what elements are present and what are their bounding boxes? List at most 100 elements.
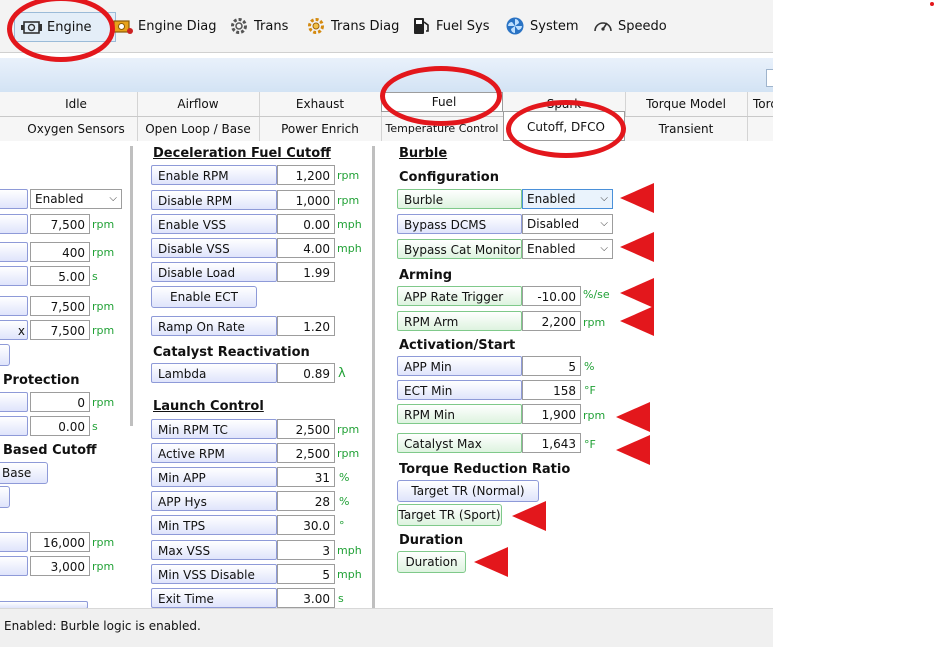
gear-diag-icon <box>305 15 327 37</box>
annotation-ring-fuel <box>380 66 502 126</box>
app-rate-trigger-label: APP Rate Trigger <box>397 286 522 306</box>
protection-value-1[interactable]: 0 <box>30 392 90 412</box>
toolbar-speedo-button[interactable]: Speedo <box>592 12 667 40</box>
annotation-ring-cutoff <box>506 100 626 158</box>
dfco-disable-vss-unit: mph <box>337 242 362 255</box>
launch-min-rpm-tc-input[interactable]: 2,500 <box>277 419 335 439</box>
left-unit-3: s <box>92 270 98 283</box>
toolbar-trans-diag-button[interactable]: Trans Diag <box>305 12 399 40</box>
bypass-cat-monitor-value: Enabled <box>527 242 576 256</box>
bypass-cat-monitor-select[interactable]: Enabled ⌵ <box>522 239 613 259</box>
left-value-5[interactable]: 7,500 <box>30 320 90 340</box>
app-min-label: APP Min <box>397 356 522 376</box>
left-row-label <box>0 532 28 552</box>
left-row-label: x <box>0 320 28 340</box>
tab-oxygen-sensors[interactable]: Oxygen Sensors <box>15 117 138 141</box>
protection-value-2[interactable]: 0.00 <box>30 416 90 436</box>
launch-min-vss-disable-input[interactable]: 5 <box>277 564 335 584</box>
rpm-arm-input[interactable]: 2,200 <box>522 311 581 331</box>
duration-button[interactable]: Duration <box>397 551 466 573</box>
column-scroll-divider <box>372 146 375 608</box>
dfco-enable-vss-input[interactable]: 0.00 <box>277 214 335 234</box>
annotation-arrow <box>620 232 654 262</box>
dfco-disable-rpm-input[interactable]: 1,000 <box>277 190 335 210</box>
launch-max-vss-input[interactable]: 3 <box>277 540 335 560</box>
tab-torque-overflow[interactable]: Torq <box>747 92 773 116</box>
based-cutoff-heading: Based Cutoff <box>3 443 97 458</box>
left-row-label <box>0 296 28 316</box>
left-row-label <box>0 556 28 576</box>
left-value-4[interactable]: 7,500 <box>30 296 90 316</box>
burble-enable-select[interactable]: Enabled ⌵ <box>522 189 613 209</box>
app-rate-trigger-input[interactable]: -10.00 <box>522 286 581 306</box>
annotation-arrow <box>474 547 508 577</box>
app-rate-trigger-unit: %/se <box>583 288 610 301</box>
chevron-down-icon: ⌵ <box>600 193 608 204</box>
protection-heading: Protection <box>3 373 80 388</box>
launch-exit-time-input[interactable]: 3.00 <box>277 588 335 608</box>
left-action-button[interactable] <box>0 344 10 366</box>
tab-power-enrich[interactable]: Power Enrich <box>259 117 382 141</box>
launch-min-app-label: Min APP <box>151 467 277 487</box>
toolbar-engine-diag-button[interactable]: Engine Diag <box>112 12 217 40</box>
tab-transient[interactable]: Transient <box>625 117 748 141</box>
bypass-dcms-select[interactable]: Disabled ⌵ <box>522 214 613 234</box>
launch-min-tps-input[interactable]: 30.0 <box>277 515 335 535</box>
ramp-on-rate-label: Ramp On Rate <box>151 316 277 336</box>
status-bar: Enabled: Burble logic is enabled. <box>0 608 773 647</box>
left-action-button[interactable] <box>0 486 10 508</box>
annotation-arrow <box>512 501 546 531</box>
lambda-unit: λ <box>338 366 346 381</box>
left-value-2[interactable]: 400 <box>30 242 90 262</box>
ramp-on-rate-input[interactable]: 1.20 <box>277 316 335 336</box>
launch-min-vss-disable-unit: mph <box>337 568 362 581</box>
toolbar-trans-diag-label: Trans Diag <box>331 18 400 34</box>
target-tr-sport-button[interactable]: Target TR (Sport) <box>397 504 502 526</box>
enable-ect-button[interactable]: Enable ECT <box>151 286 257 308</box>
tab-exhaust[interactable]: Exhaust <box>259 92 382 116</box>
ect-min-input[interactable]: 158 <box>522 380 581 400</box>
main-toolbar: Engine Engine Diag Trans Trans Diag Fuel… <box>0 0 773 53</box>
bypass-dcms-value: Disabled <box>527 217 580 231</box>
protection-unit-2: s <box>92 420 98 433</box>
dfco-enable-rpm-input[interactable]: 1,200 <box>277 165 335 185</box>
toolbar-trans-button[interactable]: Trans <box>228 12 288 40</box>
lambda-input[interactable]: 0.89 <box>277 363 335 383</box>
toolbar-speedo-label: Speedo <box>618 18 667 34</box>
dfco-disable-vss-label: Disable VSS <box>151 238 277 258</box>
app-min-input[interactable]: 5 <box>522 356 581 376</box>
target-tr-normal-button[interactable]: Target TR (Normal) <box>397 480 539 502</box>
tab-airflow[interactable]: Airflow <box>137 92 260 116</box>
launch-control-heading: Launch Control <box>153 399 264 414</box>
left-row-label <box>0 214 28 234</box>
dfco-disable-rpm-unit: rpm <box>337 194 360 207</box>
tab-idle[interactable]: Idle <box>15 92 138 116</box>
dfco-disable-load-input[interactable]: 1.99 <box>277 262 335 282</box>
toolbar-system-button[interactable]: System <box>504 12 578 40</box>
launch-active-rpm-input[interactable]: 2,500 <box>277 443 335 463</box>
left-enable-select[interactable]: Enabled ⌵ <box>30 189 122 209</box>
dfco-disable-rpm-label: Disable RPM <box>151 190 277 210</box>
header-band-button[interactable] <box>766 69 773 87</box>
tab-torque-model[interactable]: Torque Model <box>625 92 748 116</box>
left-value-1[interactable]: 7,500 <box>30 214 90 234</box>
ect-min-unit: °F <box>584 384 596 397</box>
left-row-label <box>0 266 28 286</box>
launch-app-hys-input[interactable]: 28 <box>277 491 335 511</box>
rpm-min-input[interactable]: 1,900 <box>522 404 581 424</box>
dfco-disable-load-label: Disable Load <box>151 262 277 282</box>
annotation-arrow <box>620 183 654 213</box>
bottom-value-2[interactable]: 3,000 <box>30 556 90 576</box>
bottom-value-1[interactable]: 16,000 <box>30 532 90 552</box>
annotation-arrow <box>616 402 650 432</box>
tab-open-loop-base[interactable]: Open Loop / Base <box>137 117 260 141</box>
left-row-label <box>0 416 28 436</box>
toolbar-fuel-sys-button[interactable]: Fuel Sys <box>410 12 489 40</box>
launch-min-tps-unit: ° <box>339 519 345 532</box>
base-button[interactable]: Base <box>0 462 48 484</box>
left-value-3[interactable]: 5.00 <box>30 266 90 286</box>
toolbar-fuel-sys-label: Fuel Sys <box>436 18 490 34</box>
catalyst-max-input[interactable]: 1,643 <box>522 433 581 453</box>
dfco-disable-vss-input[interactable]: 4.00 <box>277 238 335 258</box>
launch-min-app-input[interactable]: 31 <box>277 467 335 487</box>
